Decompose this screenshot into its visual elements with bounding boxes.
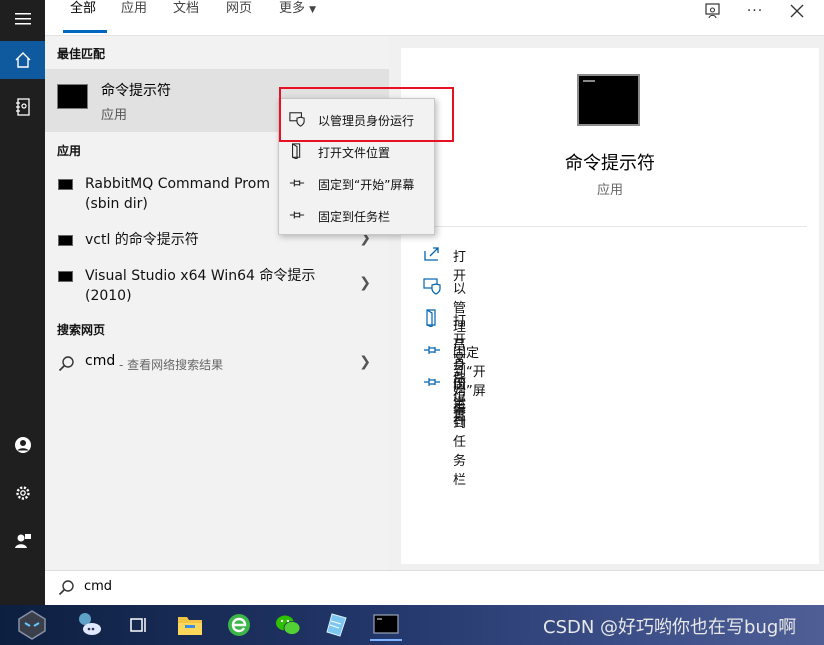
context-label: 打开文件位置 bbox=[318, 146, 391, 160]
list-item[interactable]: Visual Studio x64 Win64 命令提示 (2010) ❯ bbox=[45, 266, 389, 306]
browser-icon bbox=[228, 614, 250, 636]
file-explorer-icon bbox=[178, 617, 202, 635]
hamburger-icon bbox=[14, 13, 31, 25]
console-icon bbox=[58, 271, 73, 282]
detail-panel: 命令提示符 应用 打开 以管理员身份运行 打开文件位置 固定到“开始”屏幕 固定… bbox=[401, 48, 819, 564]
left-rail bbox=[0, 0, 45, 605]
search-box[interactable]: cmd bbox=[45, 570, 824, 605]
settings-button[interactable] bbox=[0, 474, 45, 512]
home-icon bbox=[15, 52, 30, 68]
console-icon bbox=[58, 179, 73, 190]
user-icon bbox=[14, 437, 31, 453]
context-label: 固定到任务栏 bbox=[318, 210, 391, 224]
best-match-subtitle: 应用 bbox=[101, 108, 128, 123]
detail-subtitle: 应用 bbox=[596, 183, 623, 198]
close-icon bbox=[790, 4, 804, 18]
taskbar: CSDN @好巧哟你也在写bug啊 bbox=[0, 605, 824, 645]
taskbar-cmd[interactable] bbox=[370, 609, 402, 641]
menu-button[interactable] bbox=[0, 0, 45, 38]
search-input[interactable]: cmd bbox=[84, 579, 112, 594]
taskbar-notepad[interactable] bbox=[321, 609, 353, 641]
feedback-button[interactable] bbox=[0, 522, 45, 560]
command-prompt-large-icon bbox=[577, 74, 640, 126]
chevron-down-icon: ▼ bbox=[309, 5, 317, 15]
tab-all[interactable]: 全部 bbox=[70, 0, 96, 18]
open-icon bbox=[424, 247, 439, 261]
wechat-icon bbox=[276, 615, 301, 635]
app-label: RabbitMQ Command Prom (sbin dir) bbox=[85, 174, 270, 214]
tab-more[interactable]: 更多 ▼ bbox=[279, 0, 316, 19]
chevron-right-icon[interactable]: ❯ bbox=[359, 275, 371, 291]
notebook-icon bbox=[15, 98, 30, 116]
taskbar-start-avatar[interactable] bbox=[16, 609, 48, 641]
feedback-hub-button[interactable] bbox=[699, 0, 727, 22]
tab-web[interactable]: 网页 bbox=[226, 0, 252, 18]
tab-apps[interactable]: 应用 bbox=[121, 0, 147, 18]
cmd-icon bbox=[373, 614, 399, 634]
chevron-right-icon[interactable]: ❯ bbox=[359, 354, 371, 370]
best-match-heading: 最佳匹配 bbox=[57, 47, 106, 61]
notepad-icon bbox=[326, 613, 347, 637]
console-icon bbox=[58, 235, 73, 246]
tab-docs[interactable]: 文档 bbox=[173, 0, 199, 18]
context-pin-to-start[interactable]: 固定到“开始”屏幕 bbox=[279, 169, 434, 197]
feedback-person-icon bbox=[705, 3, 720, 19]
task-view-icon bbox=[130, 618, 146, 632]
home-button[interactable] bbox=[0, 41, 45, 79]
cortana-icon bbox=[79, 613, 101, 635]
app-label: Visual Studio x64 Win64 命令提示 (2010) bbox=[85, 266, 315, 306]
documents-button[interactable] bbox=[0, 88, 45, 126]
gear-icon bbox=[15, 486, 30, 500]
web-search-item[interactable]: cmd - 查看网络搜索结果 ❯ bbox=[45, 352, 389, 376]
app-label-line1: vctl 的命令提示符 bbox=[85, 232, 199, 248]
watermark: CSDN @好巧哟你也在写bug啊 bbox=[543, 617, 797, 638]
taskbar-wechat[interactable] bbox=[272, 609, 304, 641]
taskbar-file-explorer[interactable] bbox=[174, 609, 206, 641]
divider bbox=[413, 226, 807, 227]
pin-icon bbox=[424, 378, 440, 386]
search-icon bbox=[58, 580, 74, 596]
app-label-line1: Visual Studio x64 Win64 命令提示 bbox=[85, 268, 316, 284]
feedback-icon bbox=[14, 534, 31, 548]
action-label: 固定到任务栏 bbox=[453, 378, 467, 488]
active-tab-indicator bbox=[63, 30, 107, 33]
more-options-button[interactable]: ··· bbox=[741, 0, 769, 22]
taskbar-task-view[interactable] bbox=[123, 609, 155, 641]
account-button[interactable] bbox=[0, 426, 45, 464]
web-query: cmd bbox=[85, 353, 116, 369]
folder-icon bbox=[426, 309, 436, 327]
command-prompt-icon bbox=[57, 84, 88, 109]
context-label: 固定到“开始”屏幕 bbox=[318, 178, 415, 192]
app-label-line1: RabbitMQ Command Prom bbox=[85, 176, 270, 192]
folder-icon bbox=[292, 143, 301, 159]
pin-icon bbox=[289, 179, 305, 187]
ellipsis-icon: ··· bbox=[746, 3, 764, 19]
app-avatar-icon bbox=[18, 610, 46, 640]
search-icon bbox=[58, 356, 74, 372]
tab-more-label: 更多 bbox=[279, 1, 306, 16]
context-pin-to-taskbar[interactable]: 固定到任务栏 bbox=[279, 201, 434, 229]
search-web-heading: 搜索网页 bbox=[57, 323, 106, 337]
app-label-line2: (2010) bbox=[85, 288, 132, 304]
web-hint: - 查看网络搜索结果 bbox=[119, 358, 224, 372]
detail-title: 命令提示符 bbox=[565, 153, 655, 174]
app-label-line2: (sbin dir) bbox=[85, 196, 148, 212]
taskbar-browser[interactable] bbox=[223, 609, 255, 641]
best-match-title: 命令提示符 bbox=[101, 83, 171, 99]
pin-icon bbox=[424, 346, 440, 354]
pin-icon bbox=[289, 211, 305, 219]
apps-heading: 应用 bbox=[57, 144, 82, 158]
taskbar-cortana[interactable] bbox=[74, 609, 106, 641]
search-filter-tabs: 全部 应用 文档 网页 更多 ▼ ··· bbox=[45, 0, 824, 36]
shield-icon bbox=[423, 278, 441, 295]
close-button[interactable] bbox=[783, 0, 811, 22]
annotation-highlight-box bbox=[279, 87, 454, 142]
